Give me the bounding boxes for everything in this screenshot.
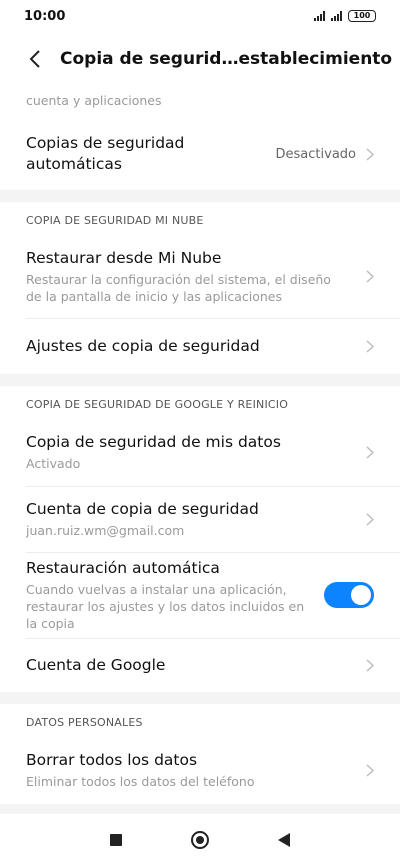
signal-icon xyxy=(314,11,325,21)
row-text: Cuenta de copia de seguridad juan.ruiz.w… xyxy=(26,499,259,539)
section-gap xyxy=(0,692,400,704)
navigation-bar xyxy=(0,814,400,866)
restore-title: Restaurar desde Mi Nube xyxy=(26,248,222,267)
backup-account-subtitle: juan.ruiz.wm@gmail.com xyxy=(26,523,185,538)
section-personal: DATOS PERSONALES Borrar todos los datos … xyxy=(0,704,400,804)
status-time: 10:00 xyxy=(24,8,66,24)
circle-icon xyxy=(191,831,209,849)
section-google: COPIA DE SEGURIDAD DE GOOGLE Y REINICIO … xyxy=(0,386,400,692)
auto-backup-title: Copias de seguridad automáticas xyxy=(26,134,185,173)
row-text: Ajustes de copia de seguridad xyxy=(26,336,260,357)
auto-backup-value: Desactivado xyxy=(275,146,356,162)
chevron-right-icon xyxy=(366,658,374,672)
section-header-google: COPIA DE SEGURIDAD DE GOOGLE Y REINICIO xyxy=(26,398,289,411)
section-gap xyxy=(0,190,400,202)
row-text: Copia de seguridad de mis datos Activado xyxy=(26,432,281,472)
backup-settings-title: Ajustes de copia de seguridad xyxy=(26,336,260,355)
section-header-mi-cloud: COPIA DE SEGURIDAD MI NUBE xyxy=(26,214,204,227)
erase-title: Borrar todos los datos xyxy=(26,751,198,769)
row-text: Copias de seguridad automáticas xyxy=(26,133,196,175)
backup-data-subtitle: Activado xyxy=(26,456,81,471)
triangle-back-icon xyxy=(278,833,290,847)
section-mi-cloud: COPIA DE SEGURIDAD MI NUBE Restaurar des… xyxy=(0,202,400,374)
google-account-title: Cuenta de Google xyxy=(26,655,166,674)
partial-subtitle: cuenta y aplicaciones xyxy=(26,93,162,108)
nav-back-button[interactable] xyxy=(242,814,326,866)
row-text: Cuenta de Google xyxy=(26,655,165,676)
backup-settings-row[interactable]: Ajustes de copia de seguridad xyxy=(0,318,400,374)
chevron-right-icon xyxy=(366,445,374,459)
square-icon xyxy=(110,834,122,846)
row-text: Restauración automática Cuando vuelvas a… xyxy=(26,558,316,632)
auto-restore-row[interactable]: Restauración automática Cuando vuelvas a… xyxy=(0,552,400,638)
backup-my-data-row[interactable]: Copia de seguridad de mis datos Activado xyxy=(0,418,400,486)
chevron-right-icon xyxy=(366,512,374,526)
section-gap xyxy=(0,374,400,386)
chevron-left-icon xyxy=(29,50,40,68)
auto-backup-row[interactable]: Copias de seguridad automáticas Desactiv… xyxy=(0,118,400,190)
auto-restore-subtitle: Cuando vuelvas a instalar una aplicación… xyxy=(26,582,305,631)
backup-account-row[interactable]: Cuenta de copia de seguridad juan.ruiz.w… xyxy=(0,486,400,552)
signal-icon-2 xyxy=(331,11,342,21)
row-text: Restaurar desde Mi Nube Restaurar la con… xyxy=(26,248,336,305)
row-text: Borrar todos los datos Eliminar todos lo… xyxy=(26,750,255,790)
restore-mi-cloud-row[interactable]: Restaurar desde Mi Nube Restaurar la con… xyxy=(0,234,400,318)
settings-list[interactable]: cuenta y aplicaciones Copias de segurida… xyxy=(0,86,400,814)
status-icons: 100 xyxy=(314,10,376,22)
toggle-knob xyxy=(351,585,371,605)
chevron-right-icon xyxy=(366,339,374,353)
battery-icon: 100 xyxy=(348,10,376,22)
row-right: Desactivado xyxy=(276,147,374,162)
home-button[interactable] xyxy=(158,814,242,866)
backup-account-title: Cuenta de copia de seguridad xyxy=(26,500,259,518)
status-bar: 10:00 100 xyxy=(0,0,400,32)
auto-restore-toggle[interactable] xyxy=(324,582,374,608)
section-gap xyxy=(0,804,400,814)
back-button[interactable] xyxy=(10,32,60,86)
section-header-personal: DATOS PERSONALES xyxy=(26,716,143,729)
erase-all-row[interactable]: Borrar todos los datos Eliminar todos lo… xyxy=(0,736,400,804)
section-top: cuenta y aplicaciones Copias de segurida… xyxy=(0,86,400,190)
chevron-right-icon xyxy=(366,147,374,161)
google-account-row[interactable]: Cuenta de Google xyxy=(0,638,400,692)
auto-restore-title: Restauración automática xyxy=(26,559,220,577)
recents-button[interactable] xyxy=(74,814,158,866)
app-header: Copia de segurid…establecimiento xyxy=(0,32,400,86)
restore-subtitle: Restaurar la configuración del sistema, … xyxy=(26,271,331,304)
chevron-right-icon xyxy=(366,269,374,283)
page-title: Copia de segurid…establecimiento xyxy=(60,49,393,69)
chevron-right-icon xyxy=(366,763,374,777)
backup-data-title: Copia de seguridad de mis datos xyxy=(26,433,281,451)
erase-subtitle: Eliminar todos los datos del teléfono xyxy=(26,774,255,789)
